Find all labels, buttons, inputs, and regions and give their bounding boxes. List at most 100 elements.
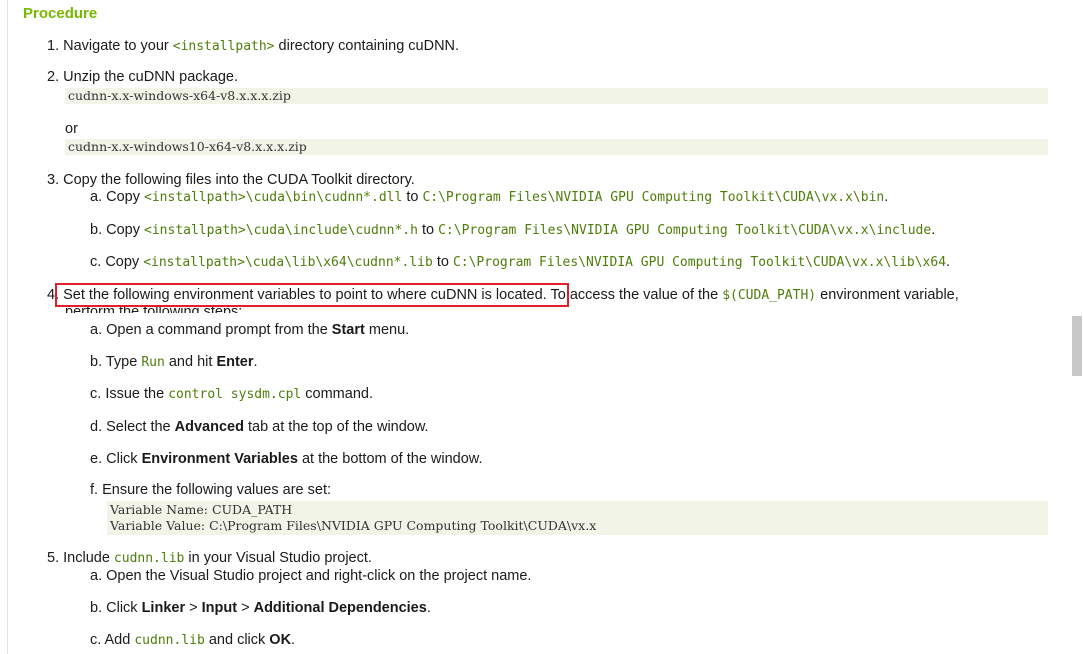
highlight-box <box>55 283 569 307</box>
substep-5a: a. Open the Visual Studio project and ri… <box>90 567 531 585</box>
substep-text: Ensure the following values are set: <box>102 482 331 498</box>
bold-text: Start <box>331 322 365 338</box>
vertical-scrollbar[interactable] <box>1070 0 1083 654</box>
bold-text: Environment Variables <box>141 451 298 467</box>
step-text: environment variable, <box>820 287 959 303</box>
substep-label: a. <box>90 568 103 584</box>
substep-text: Click <box>106 600 138 616</box>
step-number: 3. <box>47 172 60 188</box>
scrollbar-thumb[interactable] <box>1072 316 1082 376</box>
substep-label: c. <box>90 386 102 402</box>
substep-text: tab at the top of the window. <box>248 419 429 435</box>
step-1: 1. Navigate to your <installpath> direct… <box>47 37 459 56</box>
substep-text: at the bottom of the window. <box>301 451 483 467</box>
substep-text: . <box>946 254 951 270</box>
substep-text: Click <box>106 451 138 467</box>
substep-text: Copy <box>106 222 140 238</box>
substep-text: Copy <box>105 254 140 270</box>
step-text: directory containing cuDNN. <box>278 38 460 54</box>
or-text: or <box>65 121 78 137</box>
substep-text: . <box>426 600 431 616</box>
inline-code: <installpath> <box>172 39 275 54</box>
substep-5b: b. Click Linker > Input > Additional Dep… <box>90 599 431 617</box>
step-2: 2. Unzip the cuDNN package. <box>47 68 238 86</box>
substep-text: and hit <box>168 354 213 370</box>
substep-label: c. <box>90 254 102 270</box>
bold-text: Input <box>201 600 238 616</box>
substep-label: b. <box>90 600 103 616</box>
substep-label: e. <box>90 451 103 467</box>
substep-text: . <box>931 222 936 238</box>
bold-text: OK <box>269 632 292 648</box>
substep-text: Type <box>105 354 138 370</box>
substep-4a: a. Open a command prompt from the Start … <box>90 321 409 339</box>
inline-code: <installpath>\cuda\lib\x64\cudnn*.lib <box>143 255 433 270</box>
separator: > <box>189 600 198 616</box>
inline-code: Run <box>141 355 165 370</box>
inline-code: cudnn.lib <box>113 551 185 566</box>
substep-text: to <box>421 222 435 238</box>
substep-label: a. <box>90 322 103 338</box>
substep-text: command. <box>305 386 373 402</box>
code-block: Variable Name: CUDA_PATH Variable Value: … <box>107 501 1048 535</box>
substep-4e: e. Click Environment Variables at the bo… <box>90 450 483 468</box>
inline-code: C:\Program Files\NVIDIA GPU Computing To… <box>452 255 947 270</box>
step-number: 1. <box>47 38 60 54</box>
substep-3a: a. Copy <installpath>\cuda\bin\cudnn*.dl… <box>90 188 888 207</box>
substep-label: b. <box>90 222 103 238</box>
inline-code: C:\Program Files\NVIDIA GPU Computing To… <box>422 190 885 205</box>
inline-code: <installpath>\cuda\bin\cudnn*.dll <box>144 190 403 205</box>
substep-label: d. <box>90 419 103 435</box>
bold-text: Advanced <box>174 419 244 435</box>
code-block: cudnn-x.x-windows-x64-v8.x.x.x.zip <box>65 88 1048 104</box>
step-text: To access the value of the <box>550 287 719 303</box>
separator: > <box>241 600 250 616</box>
substep-text: . <box>884 189 889 205</box>
substep-text: Copy <box>106 189 140 205</box>
step-text: in your Visual Studio project. <box>188 550 372 566</box>
step-text: Navigate to your <box>63 38 169 54</box>
substep-text: Add <box>104 632 131 648</box>
substep-text: . <box>253 354 258 370</box>
code-line: Variable Value: C:\Program Files\NVIDIA … <box>110 518 597 533</box>
substep-text: to <box>436 254 449 270</box>
bold-text: Linker <box>141 600 186 616</box>
substep-4d: d. Select the Advanced tab at the top of… <box>90 418 429 436</box>
substep-text: . <box>291 632 296 648</box>
step-number: 5. <box>47 550 60 566</box>
substep-text: menu. <box>368 322 410 338</box>
section-heading: Procedure <box>23 5 98 22</box>
substep-text: Open a command prompt from the <box>106 322 328 338</box>
substep-label: c. <box>90 632 102 648</box>
substep-4c: c. Issue the control sysdm.cpl command. <box>90 385 373 404</box>
inline-code: cudnn.lib <box>134 633 205 648</box>
substep-text: and click <box>208 632 266 648</box>
substep-text: Open the Visual Studio project and right… <box>106 568 532 584</box>
substep-5c: c. Add cudnn.lib and click OK. <box>90 631 295 650</box>
inline-code: C:\Program Files\NVIDIA GPU Computing To… <box>438 223 932 238</box>
inline-code: control sysdm.cpl <box>168 387 302 402</box>
bold-text: Additional Dependencies <box>253 600 427 616</box>
substep-label: a. <box>90 189 103 205</box>
substep-4b: b. Type Run and hit Enter. <box>90 353 258 372</box>
step-3: 3. Copy the following files into the CUD… <box>47 171 415 189</box>
code-block: cudnn-x.x-windows10-x64-v8.x.x.x.zip <box>65 139 1048 155</box>
inline-code: $(CUDA_PATH) <box>722 288 817 303</box>
bold-text: Enter <box>216 354 254 370</box>
step-number: 2. <box>47 69 60 85</box>
substep-3c: c. Copy <installpath>\cuda\lib\x64\cudnn… <box>90 253 950 272</box>
substep-text: Issue the <box>105 386 165 402</box>
code-line: Variable Name: CUDA_PATH <box>110 502 293 517</box>
substep-text: to <box>406 189 419 205</box>
substep-label: f. <box>90 482 99 498</box>
step-5: 5. Include cudnn.lib in your Visual Stud… <box>47 549 372 568</box>
substep-label: b. <box>90 354 103 370</box>
step-text: Unzip the cuDNN package. <box>63 69 239 85</box>
substep-text: Select the <box>106 419 171 435</box>
step-text: Copy the following files into the CUDA T… <box>63 172 415 188</box>
step-text: Include <box>63 550 110 566</box>
inline-code: <installpath>\cuda\include\cudnn*.h <box>144 223 418 238</box>
substep-3b: b. Copy <installpath>\cuda\include\cudnn… <box>90 221 935 240</box>
document-page: Procedure 1. Navigate to your <installpa… <box>0 0 1070 654</box>
substep-4f: f. Ensure the following values are set: <box>90 481 331 499</box>
